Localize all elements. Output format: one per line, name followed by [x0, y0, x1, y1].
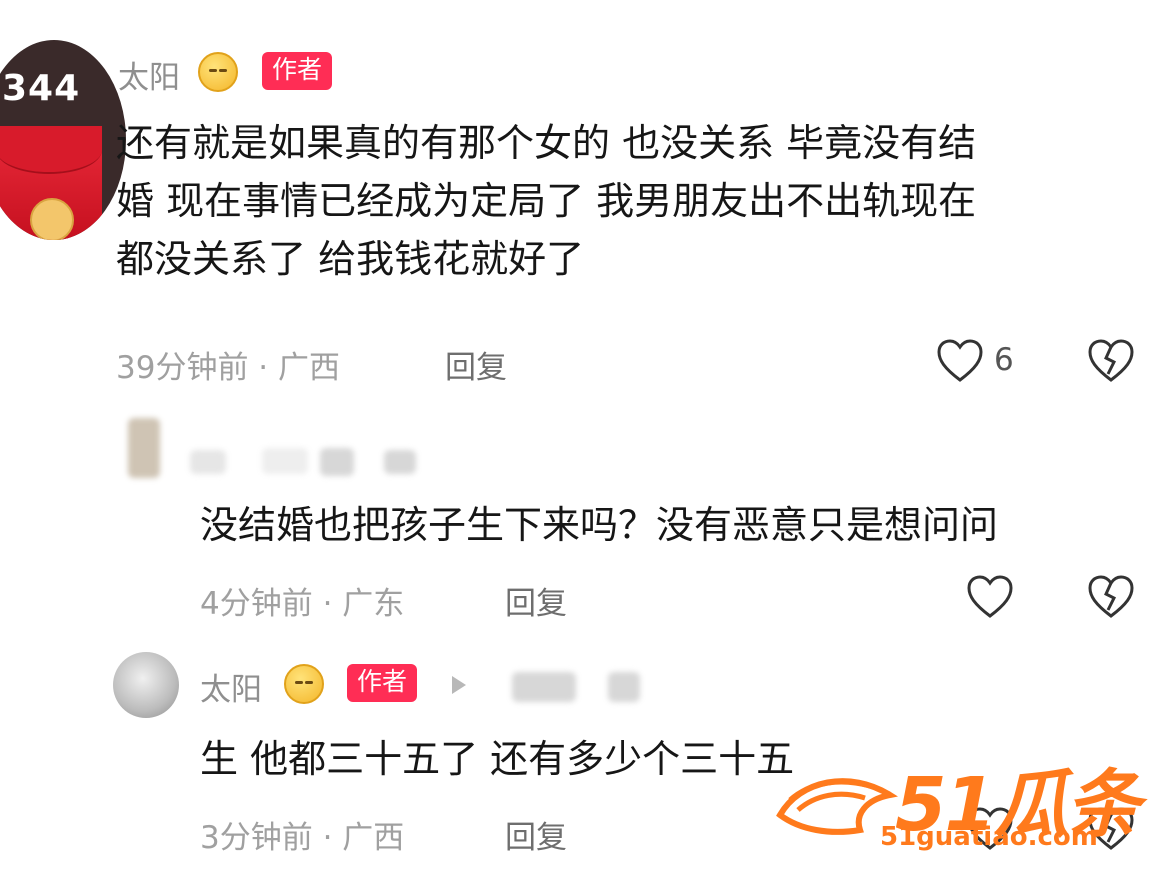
- blurred-username: [320, 448, 354, 476]
- author-tag: 作者: [262, 52, 333, 90]
- comment-meta: 39分钟前 · 广西: [116, 350, 341, 386]
- blurred-username: [190, 450, 226, 474]
- comment-text: 没结婚也把孩子生下来吗？没有恶意只是想问问: [200, 503, 999, 547]
- avatar[interactable]: [113, 652, 179, 718]
- broken-heart-icon[interactable]: [1086, 574, 1136, 620]
- blurred-username: [512, 672, 576, 702]
- comment-text: 生 他都三十五了 还有多少个三十五: [200, 737, 795, 781]
- heart-icon[interactable]: [936, 338, 984, 384]
- comment-line: 还有就是如果真的有那个女的 也没关系 毕竟没有结: [116, 121, 977, 165]
- broken-heart-icon[interactable]: [1086, 338, 1136, 384]
- comment-line: 都没关系了 给我钱花就好了: [116, 237, 585, 281]
- blurred-username: [608, 672, 640, 702]
- comment-line: 婚 现在事情已经成为定局了 我男朋友出不出轨现在: [116, 179, 977, 223]
- comment-meta: 4分钟前 · 广东: [200, 586, 405, 622]
- reply-button[interactable]: 回复: [445, 342, 507, 387]
- broken-heart-icon[interactable]: [1086, 806, 1136, 852]
- envelope-seal: [30, 198, 74, 240]
- heart-icon[interactable]: [966, 806, 1014, 852]
- sun-emoji-icon: [284, 664, 324, 704]
- reply-button[interactable]: 回复: [505, 578, 567, 623]
- comment-meta: 3分钟前 · 广西: [200, 820, 405, 856]
- envelope-flap: [0, 126, 102, 174]
- username[interactable]: 太阳: [200, 664, 262, 709]
- heart-icon[interactable]: [966, 574, 1014, 620]
- avatar-badge-number: 344: [2, 68, 81, 109]
- comment-text: 还有就是如果真的有那个女的 也没关系 毕竟没有结 婚 现在事情已经成为定局了 我…: [116, 114, 1156, 288]
- blurred-username: [262, 448, 308, 474]
- avatar[interactable]: [128, 418, 160, 478]
- author-tag: 作者: [347, 664, 418, 702]
- avatar[interactable]: 344: [0, 40, 126, 240]
- sun-emoji-icon: [198, 52, 238, 92]
- username[interactable]: 太阳: [118, 52, 180, 97]
- blurred-username: [384, 450, 416, 474]
- reply-arrow-icon: [452, 676, 466, 694]
- reply-button[interactable]: 回复: [505, 812, 567, 857]
- like-count: 6: [994, 342, 1014, 378]
